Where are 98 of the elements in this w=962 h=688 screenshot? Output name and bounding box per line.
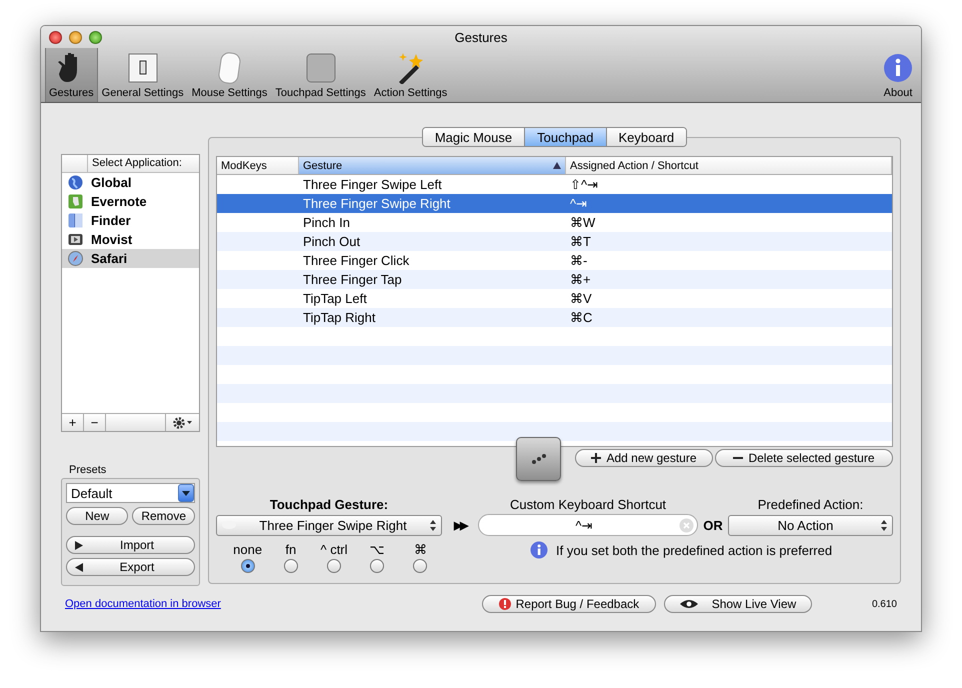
presets-label: Presets xyxy=(69,464,108,476)
eye-icon xyxy=(680,599,698,609)
import-button[interactable]: Import xyxy=(66,536,195,554)
device-tab[interactable]: Magic Mouse xyxy=(422,128,524,146)
application-item[interactable]: Evernote xyxy=(62,192,199,211)
caret-icon xyxy=(182,490,190,496)
compass-icon xyxy=(68,251,83,266)
gesture-row[interactable]: TipTap Right ⌘C xyxy=(217,308,892,327)
switch-icon xyxy=(128,52,158,84)
gesture-row[interactable]: Three Finger Click ⌘- xyxy=(217,251,892,270)
application-name: Finder xyxy=(91,213,131,228)
shortcut-field[interactable]: ^⇥ xyxy=(478,514,698,536)
info-icon xyxy=(530,541,548,559)
close-button[interactable] xyxy=(49,30,62,44)
gesture-row[interactable]: Pinch In ⌘W xyxy=(217,213,892,232)
gesture-cell-text: Three Finger Tap xyxy=(302,272,403,287)
documentation-link[interactable]: Open documentation in browser xyxy=(65,598,221,610)
application-name: Movist xyxy=(91,232,132,247)
live-view-button[interactable]: Show Live View xyxy=(664,595,812,613)
toolbar-item[interactable]: About xyxy=(879,48,917,102)
shortcut-cell-text: ⌘W xyxy=(569,215,596,230)
modifier-radio[interactable]: ^ ctrl xyxy=(312,542,356,573)
gesture-cell-text: Pinch In xyxy=(302,215,351,230)
stepper-arrows-icon xyxy=(430,520,436,530)
shortcut-cell-text: ⌘- xyxy=(569,253,588,268)
gesture-label: Touchpad Gesture: xyxy=(268,497,390,512)
sort-arrow-icon xyxy=(553,162,561,169)
new-button[interactable]: New xyxy=(66,507,128,525)
modifier-radio[interactable]: ⌥ xyxy=(356,542,399,573)
three-dots-icon xyxy=(530,454,546,464)
gesture-cell-text: TipTap Right xyxy=(302,310,376,325)
application-item[interactable]: Safari xyxy=(62,249,199,268)
modifier-radio[interactable]: ⌘ xyxy=(398,542,442,573)
shortcut-cell-text: ⌘+ xyxy=(569,272,592,287)
toolbar-item[interactable]: Touchpad Settings xyxy=(271,48,370,102)
gesture-popup[interactable]: Three Finger Swipe Right xyxy=(216,514,442,536)
plus-icon xyxy=(591,453,602,463)
column-header[interactable]: ModKeys xyxy=(217,157,299,174)
remove-preset-button[interactable]: Remove xyxy=(132,507,195,525)
toolbar-item[interactable]: Action Settings xyxy=(370,48,452,102)
column-header: Select Application: xyxy=(91,156,183,171)
application-name: Evernote xyxy=(91,194,147,209)
shortcut-cell-text: ⌘T xyxy=(569,234,592,249)
preset-combo-box[interactable]: Default xyxy=(66,483,195,503)
add-button[interactable]: + xyxy=(62,414,84,431)
gesture-row[interactable]: Pinch Out ⌘T xyxy=(217,232,892,251)
column-header[interactable]: Assigned Action / Shortcut xyxy=(566,157,892,174)
report-bug-button[interactable]: Report Bug / Feedback xyxy=(482,595,656,613)
application-name: Safari xyxy=(91,251,128,266)
or-label: OR xyxy=(702,518,724,532)
dropdown-button[interactable] xyxy=(178,484,194,502)
gesture-row[interactable]: Three Finger Swipe Left ⇧^⇥ xyxy=(217,175,892,194)
gesture-cell-text: Three Finger Swipe Right xyxy=(302,196,452,211)
export-button[interactable]: Export xyxy=(66,558,195,576)
settings-icon xyxy=(172,416,192,428)
toolbar-item[interactable]: General Settings xyxy=(98,48,188,102)
action-label: Predefined Action: xyxy=(756,497,864,512)
remove-button[interactable]: − xyxy=(84,414,106,431)
device-tab[interactable]: Keyboard xyxy=(606,128,686,146)
shortcut-label: Custom Keyboard Shortcut xyxy=(508,497,668,512)
shortcut-cell-text: ⌘C xyxy=(569,310,594,325)
info-icon xyxy=(883,52,913,84)
info-text: If you set both the predefined action is preferred xyxy=(556,542,832,558)
alert-icon xyxy=(498,598,511,610)
zoom-button[interactable] xyxy=(89,30,102,44)
touchpad-icon xyxy=(306,52,336,84)
movie-screen-icon xyxy=(68,232,83,247)
application-item[interactable]: Finder xyxy=(62,211,199,230)
column-header[interactable]: Gesture xyxy=(299,157,566,174)
arrow-text: ▶▶ xyxy=(452,518,468,532)
toolbar-item[interactable]: Mouse Settings xyxy=(188,48,272,102)
gesture-row[interactable]: Three Finger Swipe Right ^⇥ xyxy=(217,194,892,213)
application-name: Global xyxy=(91,175,132,190)
device-tab[interactable]: Touchpad xyxy=(524,128,606,146)
version-label: 0.610 xyxy=(872,598,897,610)
action-popup[interactable]: No Action xyxy=(728,514,893,536)
modifier-radio[interactable]: fn xyxy=(269,542,312,573)
gesture-cell-text: Three Finger Click xyxy=(302,253,410,268)
globe-icon xyxy=(68,175,83,190)
gesture-row[interactable]: TipTap Left ⌘V xyxy=(217,289,892,308)
delete-gesture-button[interactable]: Delete selected gesture xyxy=(715,449,893,467)
shortcut-cell-text: ⇧^⇥ xyxy=(569,177,600,192)
play-icon xyxy=(75,540,83,550)
toolbar-item[interactable]: Gestures xyxy=(45,48,98,102)
shortcut-cell-text: ^⇥ xyxy=(569,196,588,211)
shortcut-cell-text: ⌘V xyxy=(569,291,593,306)
gesture-row[interactable]: Three Finger Tap ⌘+ xyxy=(217,270,892,289)
gesture-cell-text: TipTap Left xyxy=(302,291,368,306)
application-item[interactable]: Global xyxy=(62,173,199,192)
application-item[interactable]: Movist xyxy=(62,230,199,249)
window-title: Gestures xyxy=(454,30,508,44)
back-icon xyxy=(75,562,83,572)
add-gesture-button[interactable]: Add new gesture xyxy=(575,449,713,467)
stepper-arrows-icon xyxy=(881,520,887,530)
gesture-cell-text: Three Finger Swipe Left xyxy=(302,177,443,192)
modifier-radio[interactable]: none xyxy=(226,542,270,573)
minimize-button[interactable] xyxy=(69,30,82,44)
gesture-cell-text: Pinch Out xyxy=(302,234,362,249)
